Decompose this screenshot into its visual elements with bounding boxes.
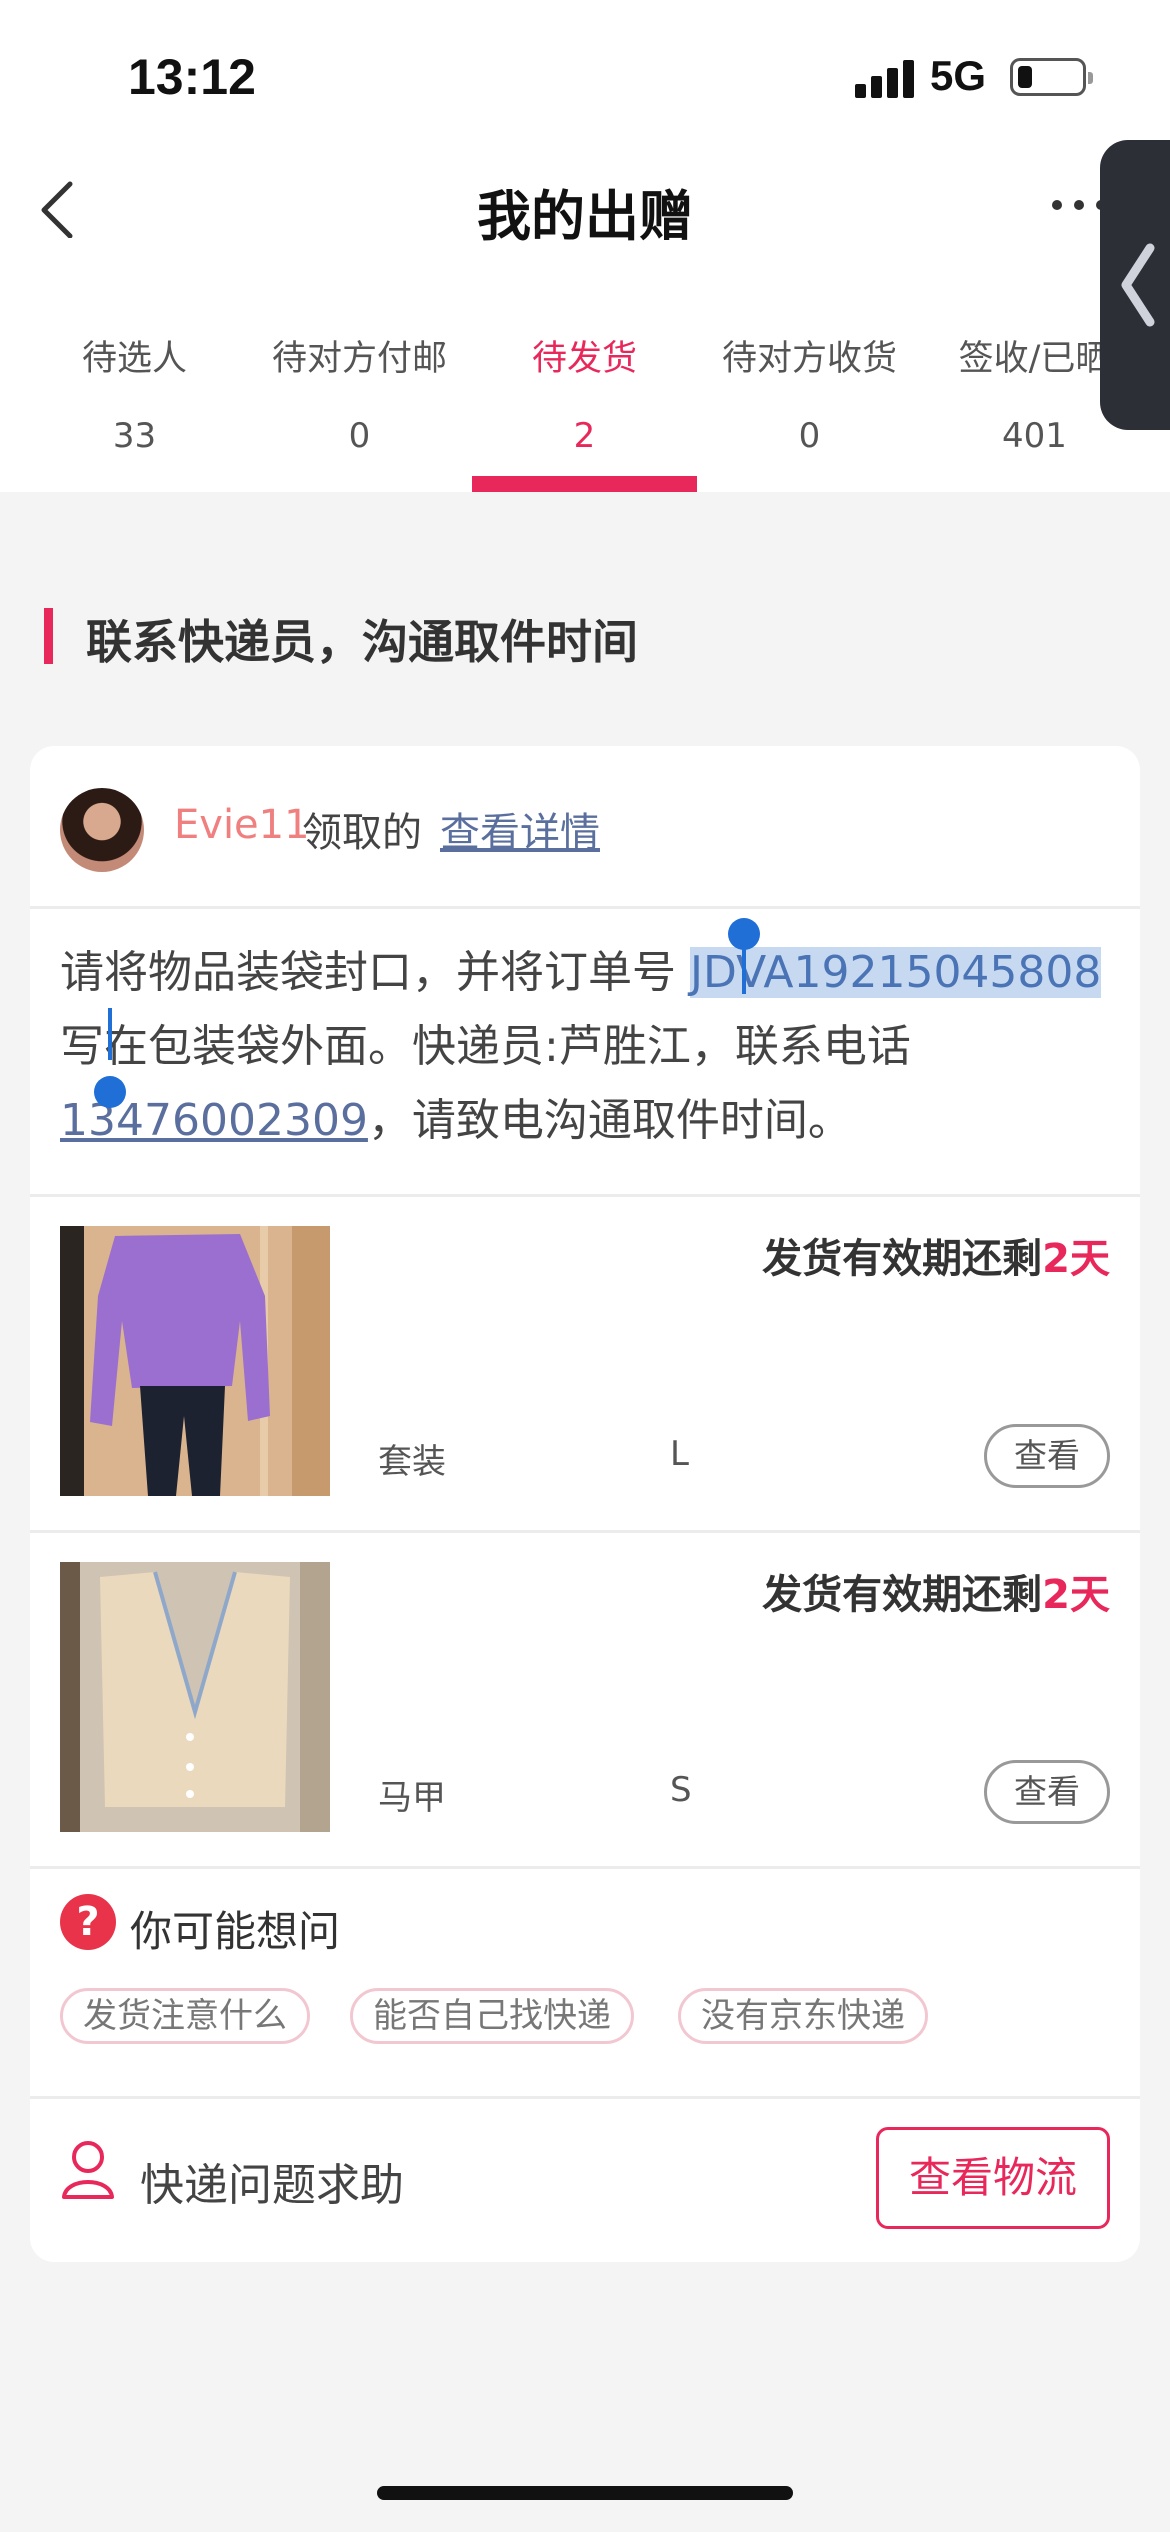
card-footer: 快递问题求助 查看物流 bbox=[30, 2099, 1140, 2262]
tab-count: 0 bbox=[348, 416, 371, 456]
gift-item: 发货有效期还剩2天 套装 L 查看 bbox=[30, 1196, 1140, 1532]
item-photo[interactable] bbox=[60, 1562, 330, 1832]
tab-label: 待对方收货 bbox=[721, 339, 897, 379]
courier-help-link[interactable]: 快递问题求助 bbox=[140, 2149, 404, 2213]
page-title: 我的出赠 bbox=[477, 185, 693, 248]
tab-pending-select[interactable]: 待选人 33 bbox=[22, 318, 247, 492]
faq-section: ? 你可能想问 发货注意什么 能否自己找快递 没有京东快递 bbox=[30, 1866, 1140, 2096]
nav-bar: 我的出赠 bbox=[0, 150, 1170, 260]
home-indicator[interactable] bbox=[377, 2486, 793, 2500]
network-type: 5G bbox=[930, 52, 987, 99]
floating-side-handle[interactable] bbox=[1100, 140, 1170, 430]
instruction-suffix: ，请致电沟通取件时间。 bbox=[367, 1095, 852, 1146]
faq-chip[interactable]: 没有京东快递 bbox=[678, 1988, 928, 2044]
tab-underline bbox=[472, 476, 697, 492]
top-panel: 13:12 5G 我的出赠 待选人 33 待对方付邮 0 待发货 2 待对方收货… bbox=[0, 0, 1170, 492]
gift-item: 发货有效期还剩2天 马甲 S 查看 bbox=[30, 1532, 1140, 1868]
selection-end-handle[interactable] bbox=[94, 1076, 126, 1108]
tab-pending-postage[interactable]: 待对方付邮 0 bbox=[247, 318, 472, 492]
tab-pending-ship[interactable]: 待发货 2 bbox=[472, 318, 697, 492]
status-tabs: 待选人 33 待对方付邮 0 待发货 2 待对方收货 0 签收/已晒 401 bbox=[0, 318, 1170, 492]
faq-title: 你可能想问 bbox=[130, 1907, 341, 1956]
faq-chip[interactable]: 发货注意什么 bbox=[60, 1988, 310, 2044]
selection-start-line bbox=[742, 942, 746, 994]
order-card: Evie11 领取的 查看详情 请将物品装袋封口，并将订单号 JDVA19215… bbox=[30, 746, 1140, 2262]
deadline-days: 2天 bbox=[1042, 1236, 1110, 1282]
item-category: 套装 bbox=[378, 1442, 446, 1482]
deadline-days: 2天 bbox=[1042, 1572, 1110, 1618]
selection-end-line bbox=[108, 1008, 112, 1060]
order-number[interactable]: JDVA19215045808 bbox=[690, 947, 1102, 998]
view-item-button[interactable]: 查看 bbox=[984, 1760, 1110, 1824]
receiver-row: Evie11 领取的 查看详情 bbox=[30, 746, 1140, 906]
ship-deadline: 发货有效期还剩2天 bbox=[762, 1236, 1110, 1282]
avatar[interactable] bbox=[60, 788, 144, 872]
item-size: L bbox=[670, 1434, 689, 1474]
tab-count: 2 bbox=[573, 416, 596, 456]
faq-chip[interactable]: 能否自己找快递 bbox=[350, 1988, 634, 2044]
status-time: 13:12 bbox=[128, 49, 256, 105]
view-logistics-button[interactable]: 查看物流 bbox=[876, 2127, 1110, 2229]
receiver-action: 领取的 bbox=[302, 810, 422, 856]
item-size: S bbox=[670, 1770, 692, 1810]
receiver-name[interactable]: Evie11 bbox=[174, 802, 310, 848]
tab-count: 0 bbox=[798, 416, 821, 456]
instruction-middle: 写在包装袋外面。快递员:芦胜江，联系电话 bbox=[60, 1021, 911, 1072]
question-circle-icon: ? bbox=[60, 1894, 116, 1950]
tab-pending-receipt[interactable]: 待对方收货 0 bbox=[697, 318, 922, 492]
person-icon bbox=[62, 2141, 114, 2199]
view-item-button[interactable]: 查看 bbox=[984, 1424, 1110, 1488]
item-category: 马甲 bbox=[378, 1778, 446, 1818]
divider bbox=[30, 906, 1140, 909]
ship-deadline: 发货有效期还剩2天 bbox=[762, 1572, 1110, 1618]
section-accent-bar bbox=[44, 608, 53, 664]
tab-count: 33 bbox=[112, 416, 157, 456]
tab-label: 待对方付邮 bbox=[271, 339, 447, 379]
tab-label: 待发货 bbox=[531, 339, 637, 379]
shipping-instruction: 请将物品装袋封口，并将订单号 JDVA19215045808 写在包装袋外面。快… bbox=[60, 936, 1120, 1158]
signal-icon bbox=[855, 60, 915, 98]
battery-icon bbox=[1010, 58, 1093, 96]
section-title: 联系快递员，沟通取件时间 bbox=[86, 615, 638, 669]
tab-label: 待选人 bbox=[81, 339, 187, 379]
view-details-link[interactable]: 查看详情 bbox=[440, 800, 600, 858]
instruction-prefix: 请将物品装袋封口，并将订单号 bbox=[60, 947, 676, 998]
item-photo[interactable] bbox=[60, 1226, 330, 1496]
chevron-left-icon bbox=[1121, 243, 1155, 327]
status-bar: 13:12 5G bbox=[0, 0, 1170, 150]
